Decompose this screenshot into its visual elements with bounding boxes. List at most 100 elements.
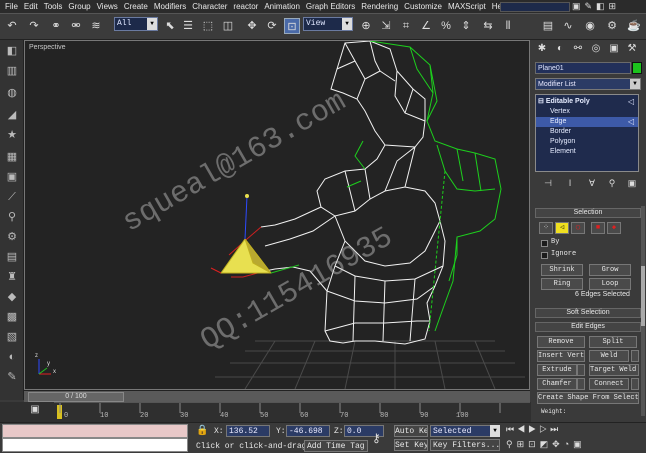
- show-end-result-icon[interactable]: ǀ: [563, 176, 577, 190]
- menu-modifiers[interactable]: Modifiers: [151, 2, 189, 11]
- maxscript-listener-white[interactable]: [2, 438, 188, 452]
- stack-item-polygon[interactable]: Polygon: [536, 137, 638, 147]
- tool-icon-17[interactable]: ✎: [4, 370, 20, 384]
- target-weld-button[interactable]: Target Weld: [589, 364, 639, 376]
- tool-icon-7[interactable]: ▣: [4, 170, 20, 184]
- key-filters-button[interactable]: Key Filters...: [430, 439, 500, 451]
- remove-button[interactable]: Remove: [537, 336, 585, 348]
- motion-tab-icon[interactable]: ◎: [589, 42, 603, 56]
- time-slider-thumb[interactable]: 0 / 100: [28, 392, 124, 402]
- edit-edges-rollout-header[interactable]: Edit Edges: [535, 322, 641, 332]
- curve-editor-icon[interactable]: ∿: [560, 18, 576, 34]
- weld-settings-button[interactable]: [631, 350, 639, 362]
- grow-button[interactable]: Grow: [589, 264, 631, 276]
- tool-icon-11[interactable]: ▤: [4, 250, 20, 264]
- spinner-snap-icon[interactable]: ⇕: [458, 18, 474, 34]
- stack-item-border[interactable]: Border: [536, 127, 638, 137]
- rotate-icon[interactable]: ⟳: [264, 18, 280, 34]
- angle-snap-icon[interactable]: ∠: [418, 18, 434, 34]
- ignore-backfacing-checkbox[interactable]: [541, 252, 548, 259]
- render-setup-icon[interactable]: ⚙: [604, 18, 620, 34]
- modify-tab-icon[interactable]: ◐: [553, 42, 567, 56]
- select-object-icon[interactable]: ⬉: [162, 18, 178, 34]
- select-manipulate-icon[interactable]: ⇲: [378, 18, 394, 34]
- connect-settings-button[interactable]: [631, 378, 639, 390]
- tool-icon-14[interactable]: ▩: [4, 310, 20, 324]
- make-unique-icon[interactable]: ∀: [585, 176, 599, 190]
- border-level-icon[interactable]: ◯: [571, 222, 585, 234]
- pin-stack-icon[interactable]: ⊣: [541, 176, 555, 190]
- stack-item-element[interactable]: Element: [536, 147, 638, 157]
- menu-views[interactable]: Views: [94, 2, 121, 11]
- menu-edit[interactable]: Edit: [21, 2, 41, 11]
- tool-icon-3[interactable]: ◍: [4, 86, 20, 100]
- quick-render-icon[interactable]: ☕: [626, 18, 642, 34]
- panel-scrollbar[interactable]: [641, 206, 645, 416]
- material-editor-icon[interactable]: ◉: [582, 18, 598, 34]
- modifier-list-dropdown[interactable]: Modifier List ▼: [535, 78, 641, 90]
- menu-character[interactable]: Character: [189, 2, 230, 11]
- tool-icon-5[interactable]: ★: [4, 128, 20, 142]
- tool-icon-4[interactable]: ◢: [4, 108, 20, 122]
- by-vertex-checkbox[interactable]: [541, 240, 548, 247]
- lock-icon[interactable]: 🔒: [196, 425, 208, 437]
- window-crossing-icon[interactable]: ◫: [220, 18, 236, 34]
- tool-icon-9[interactable]: ⚲: [4, 210, 20, 224]
- tool-icon-1[interactable]: ◧: [4, 44, 20, 58]
- set-key-button[interactable]: Set Key: [394, 439, 428, 451]
- layer-manager-icon[interactable]: ▤: [540, 18, 556, 34]
- menu-customize[interactable]: Customize: [401, 2, 445, 11]
- polygon-level-icon[interactable]: ■: [591, 222, 605, 234]
- connect-button[interactable]: Connect: [589, 378, 629, 390]
- edge-level-button[interactable]: ◁: [555, 222, 569, 234]
- object-name-field[interactable]: Plane01: [535, 62, 631, 74]
- pivot-center-icon[interactable]: ⊕: [358, 18, 374, 34]
- vertex-level-icon[interactable]: ⁘: [539, 222, 553, 234]
- select-by-name-icon[interactable]: ☰: [180, 18, 196, 34]
- maxscript-listener-pink[interactable]: [2, 424, 188, 438]
- track-bar-menu-icon[interactable]: ▣: [28, 404, 42, 418]
- object-color-swatch[interactable]: [632, 62, 642, 74]
- selection-rollout-header[interactable]: Selection: [535, 208, 641, 218]
- insert-vertex-button[interactable]: Insert Vertex: [537, 350, 585, 362]
- shrink-button[interactable]: Shrink: [541, 264, 583, 276]
- snap-toggle-icon[interactable]: ⌗: [398, 18, 414, 34]
- perspective-viewport[interactable]: Perspective x y z squeal@163.com QQ:1154…: [24, 40, 530, 390]
- display-tab-icon[interactable]: ▣: [607, 42, 621, 56]
- named-selection-field[interactable]: [500, 2, 570, 12]
- stack-item-editable-poly[interactable]: ⊟ Editable Poly: [536, 97, 638, 107]
- redo-icon[interactable]: ↷: [26, 18, 42, 34]
- tool-icon-16[interactable]: ◐: [4, 350, 20, 364]
- selection-filter-dropdown[interactable]: All ▼: [114, 17, 158, 31]
- percent-snap-icon[interactable]: %: [438, 18, 454, 34]
- tool-icon-2[interactable]: ▥: [4, 64, 20, 78]
- ring-button[interactable]: Ring: [541, 278, 583, 290]
- rect-selection-icon[interactable]: ⬚: [200, 18, 216, 34]
- weld-button[interactable]: Weld: [589, 350, 629, 362]
- ref-coord-dropdown[interactable]: View ▼: [303, 17, 353, 31]
- stack-item-edge[interactable]: Edge: [536, 117, 638, 127]
- x-coordinate-field[interactable]: 136.52: [226, 425, 270, 437]
- auto-key-button[interactable]: Auto Key: [394, 425, 428, 437]
- unlink-icon[interactable]: ⚮: [68, 18, 84, 34]
- menu-rendering[interactable]: Rendering: [358, 2, 401, 11]
- utilities-tab-icon[interactable]: ⚒: [625, 42, 639, 56]
- menu-group[interactable]: Group: [65, 2, 93, 11]
- hierarchy-tab-icon[interactable]: ⚯: [571, 42, 585, 56]
- menu-animation[interactable]: Animation: [261, 2, 303, 11]
- extrude-button[interactable]: Extrude: [537, 364, 577, 376]
- chamfer-settings-button[interactable]: [577, 378, 585, 390]
- element-level-icon[interactable]: ◆: [607, 222, 621, 234]
- tool-icon-13[interactable]: ◆: [4, 290, 20, 304]
- remove-modifier-icon[interactable]: ⚲: [605, 176, 619, 190]
- track-bar[interactable]: ▣ 10 20 30 40 50 60 70 80 90 100 0: [0, 402, 531, 422]
- create-tab-icon[interactable]: ✱: [535, 42, 549, 56]
- create-shape-button[interactable]: Create Shape From Selection: [537, 392, 639, 404]
- menu-file[interactable]: File: [2, 2, 21, 11]
- soft-selection-rollout-header[interactable]: Soft Selection: [535, 308, 641, 318]
- tool-icon-8[interactable]: ⟋: [4, 190, 20, 204]
- menu-maxscript[interactable]: MAXScript: [445, 2, 489, 11]
- bind-space-warp-icon[interactable]: ≋: [88, 18, 104, 34]
- tool-icon-10[interactable]: ⚙: [4, 230, 20, 244]
- window-controls[interactable]: ▣✎◧⊞: [572, 1, 644, 13]
